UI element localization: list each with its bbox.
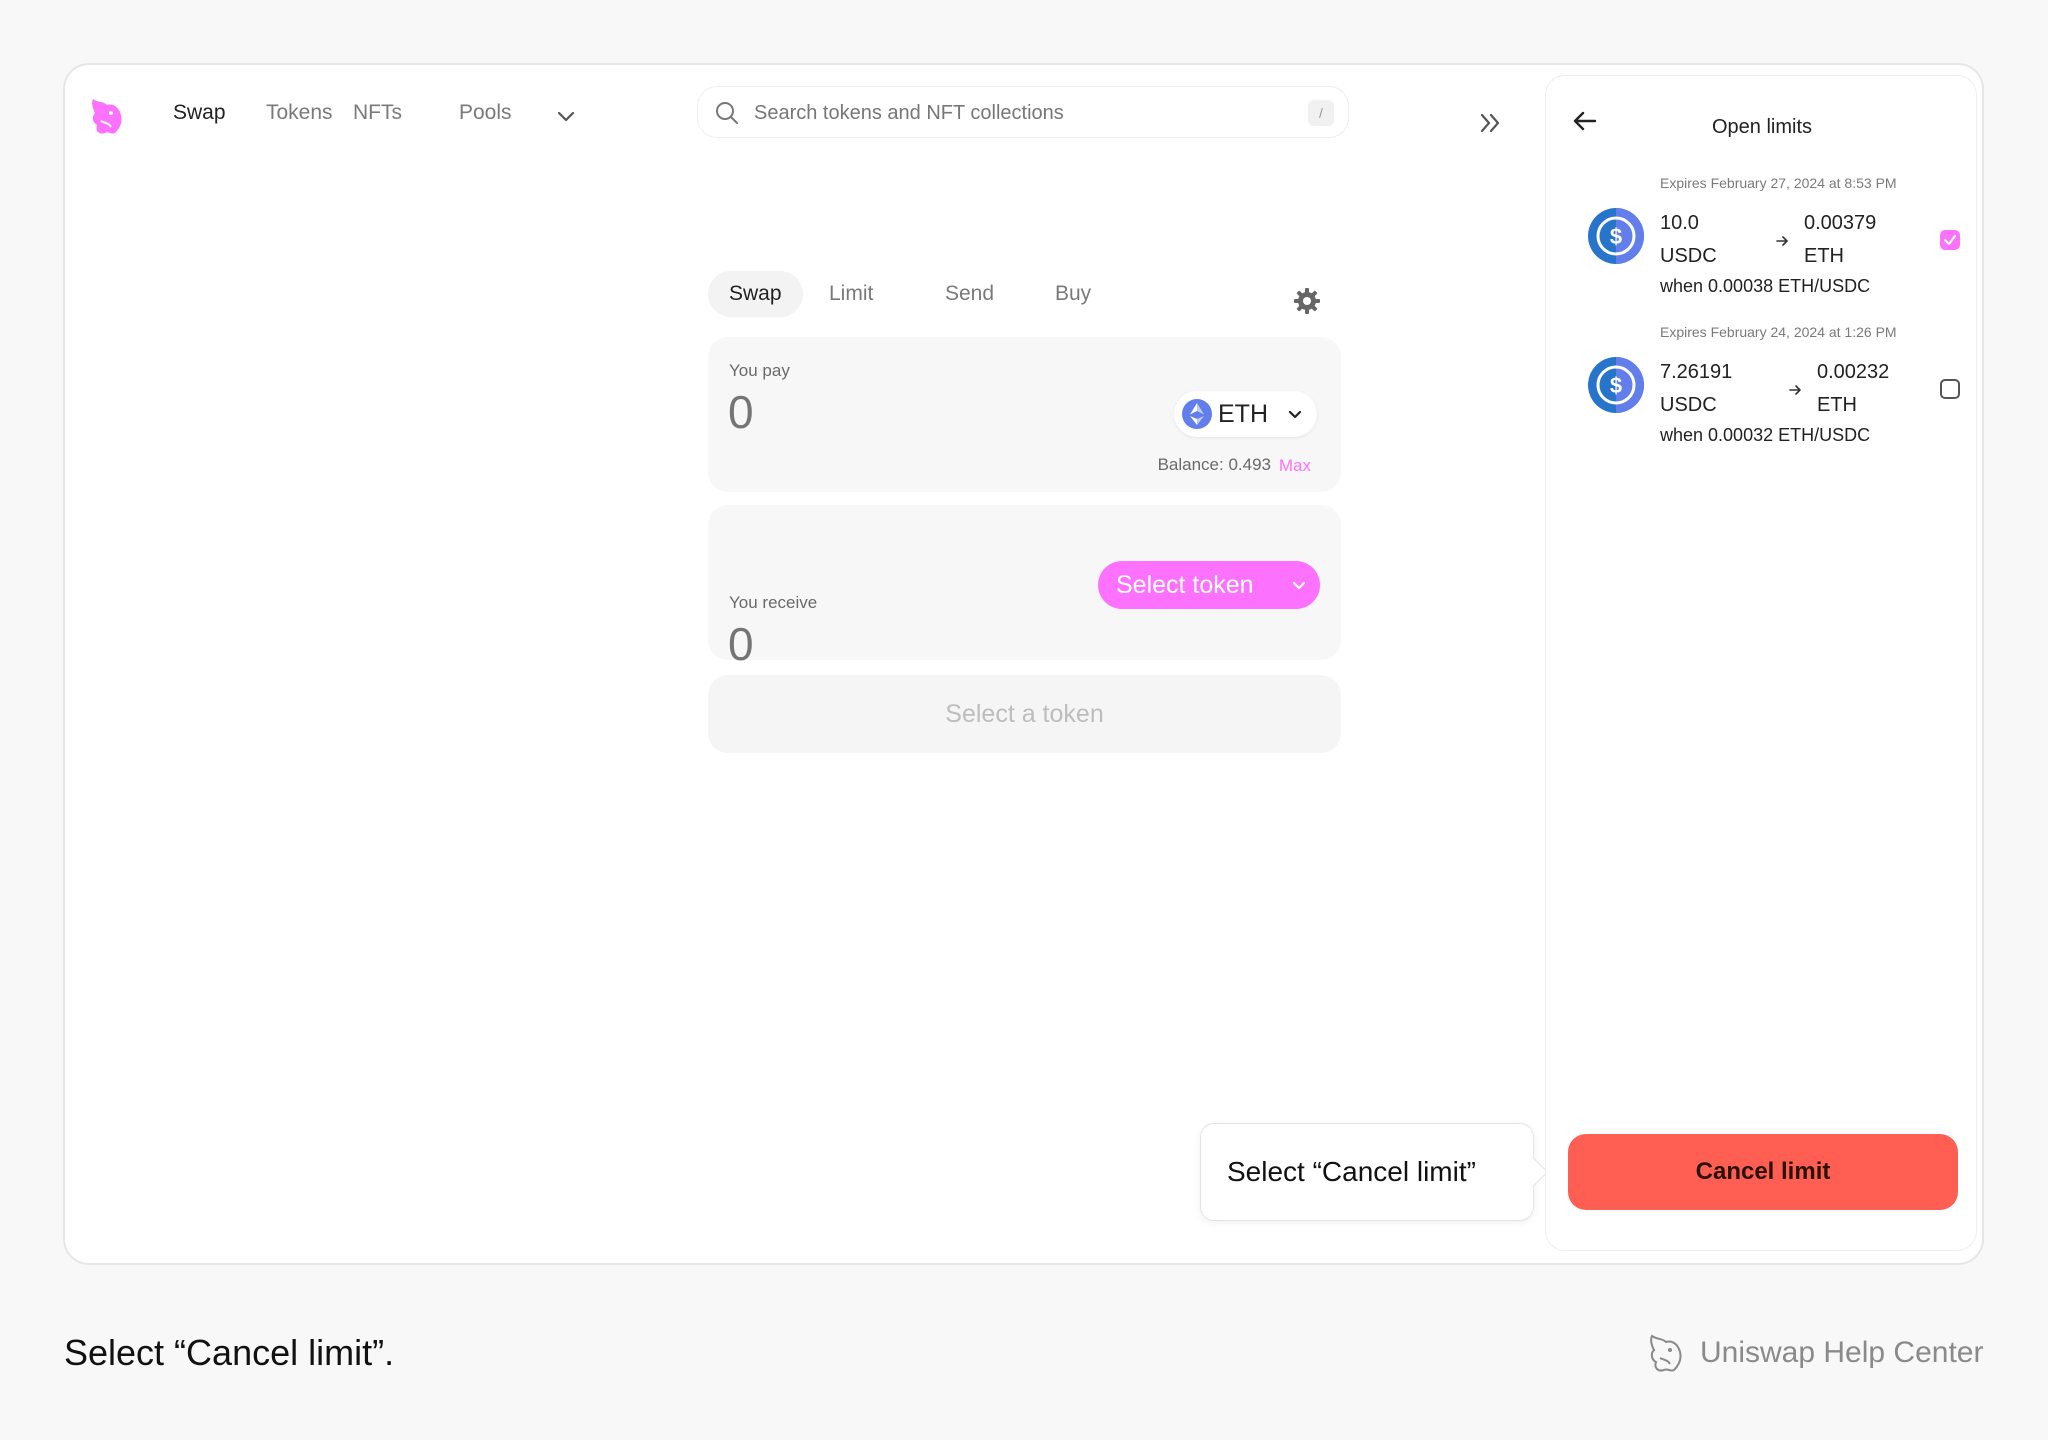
check-icon <box>1943 234 1957 246</box>
max-button[interactable]: Max <box>1279 456 1311 476</box>
select-a-token-button[interactable]: Select a token <box>708 675 1341 753</box>
pay-label: You pay <box>729 361 790 380</box>
receive-amount-input[interactable] <box>728 617 1028 671</box>
uniswap-logo-icon[interactable] <box>85 93 127 139</box>
tab-swap[interactable]: Swap <box>708 271 803 317</box>
pay-token-symbol: ETH <box>1218 400 1268 428</box>
order-input-amount: 10.0 <box>1660 212 1699 234</box>
chevron-down-icon <box>1288 410 1302 419</box>
uniswap-unicorn-icon <box>1650 1334 1682 1372</box>
nav-swap[interactable]: Swap <box>173 101 226 125</box>
chevron-down-icon <box>1292 581 1306 590</box>
chevron-down-icon[interactable] <box>555 105 577 127</box>
callout-text: Select “Cancel limit” <box>1227 1156 1476 1187</box>
usdc-icon: $ <box>1588 208 1644 264</box>
app-window: Swap Tokens NFTs Pools / Swap Limit Send… <box>63 63 1984 1265</box>
order-expiry: Expires February 27, 2024 at 8:53 PM <box>1660 175 1897 191</box>
receive-label: You receive <box>729 593 818 612</box>
limit-order-item[interactable]: $ Expires February 27, 2024 at 8:53 PM 1… <box>1588 174 1968 322</box>
brand-text: Uniswap Help Center <box>1700 1336 1984 1369</box>
select-token-button[interactable]: Select token <box>1098 561 1320 609</box>
tab-limit[interactable]: Limit <box>808 271 894 317</box>
gear-icon[interactable] <box>1292 286 1322 316</box>
order-input-symbol: USDC <box>1660 245 1717 267</box>
svg-text:$: $ <box>1610 224 1622 249</box>
callout-pointer <box>1519 1157 1549 1187</box>
order-output-symbol: ETH <box>1804 245 1844 267</box>
search-bar[interactable]: / <box>697 86 1349 138</box>
svg-text:$: $ <box>1610 373 1622 398</box>
order-trigger-price: when 0.00038 ETH/USDC <box>1660 276 1871 296</box>
order-trigger-price: when 0.00032 ETH/USDC <box>1660 425 1871 445</box>
tab-buy[interactable]: Buy <box>1034 271 1112 317</box>
instruction-callout: Select “Cancel limit” <box>1200 1123 1549 1221</box>
help-center-brand: Uniswap Help Center <box>1642 1328 1984 1380</box>
search-shortcut-key: / <box>1308 100 1334 126</box>
step-caption: Select “Cancel limit”. <box>64 1332 395 1373</box>
order-input-amount: 7.26191 <box>1660 361 1733 383</box>
order-checkbox-unchecked[interactable] <box>1940 379 1960 399</box>
order-expiry: Expires February 24, 2024 at 1:26 PM <box>1660 324 1897 340</box>
pay-panel: You pay ETH Balance: 0.493 Max <box>708 337 1341 492</box>
select-token-label: Select token <box>1116 571 1254 599</box>
cancel-limit-button[interactable]: Cancel limit <box>1568 1134 1958 1210</box>
panel-title: Open limits <box>1711 116 1813 138</box>
order-output-symbol: ETH <box>1817 394 1857 416</box>
usdc-icon: $ <box>1588 357 1644 413</box>
nav-pools[interactable]: Pools <box>459 101 512 125</box>
order-output-amount: 0.00232 <box>1817 361 1890 383</box>
eth-icon <box>1182 399 1212 429</box>
order-checkbox-checked[interactable] <box>1940 230 1960 250</box>
order-input-symbol: USDC <box>1660 394 1717 416</box>
pay-amount-input[interactable] <box>728 385 1028 439</box>
double-chevron-right-icon[interactable] <box>1475 107 1507 139</box>
search-input[interactable] <box>754 99 1274 127</box>
nav-nfts[interactable]: NFTs <box>353 101 402 125</box>
arrow-right-icon <box>1789 385 1801 395</box>
limit-order-item[interactable]: $ Expires February 24, 2024 at 1:26 PM 7… <box>1588 323 1968 471</box>
balance-text: Balance: 0.493 <box>1157 455 1271 474</box>
open-limits-panel: Open limits $ Expires February 27, 2024 … <box>1545 75 1977 1251</box>
arrow-right-icon <box>1776 236 1788 246</box>
search-icon <box>716 102 738 124</box>
tab-send[interactable]: Send <box>924 271 1015 317</box>
pay-token-selector[interactable]: ETH <box>1174 391 1317 437</box>
order-output-amount: 0.00379 <box>1804 212 1877 234</box>
nav-tokens[interactable]: Tokens <box>266 101 333 125</box>
